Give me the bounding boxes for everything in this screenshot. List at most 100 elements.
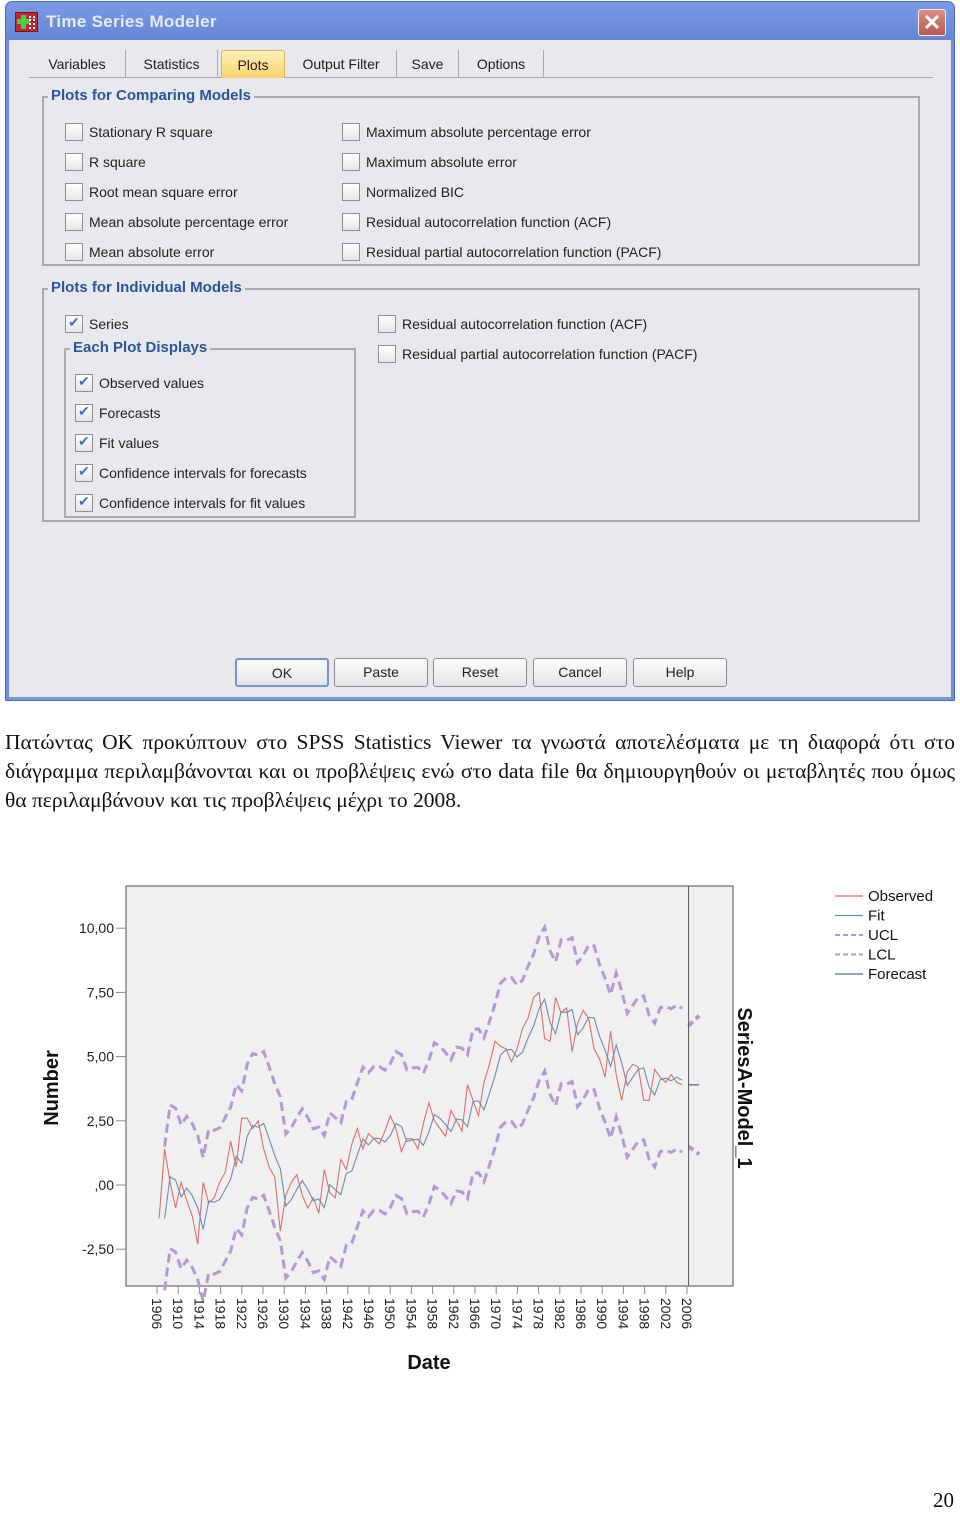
tab-plots[interactable]: Plots bbox=[221, 50, 285, 78]
tab-save[interactable]: Save bbox=[397, 50, 459, 78]
x-tick-label: 1926 bbox=[255, 1298, 271, 1329]
paste-button[interactable]: Paste bbox=[334, 658, 428, 687]
y-tick-label: 5,00 bbox=[87, 1049, 114, 1065]
checkbox-observed-values[interactable]: Observed values bbox=[75, 373, 204, 393]
x-tick-label: 1970 bbox=[488, 1298, 504, 1329]
x-tick-label: 1918 bbox=[213, 1298, 229, 1329]
y-tick-label: 10,00 bbox=[79, 920, 114, 936]
close-icon[interactable]: ✕ bbox=[918, 9, 946, 36]
dialog-bottom-border bbox=[9, 697, 951, 700]
legend-label-forecast: Forecast bbox=[868, 966, 927, 983]
x-tick-label: 1986 bbox=[573, 1298, 589, 1329]
checkbox-rmse[interactable]: Root mean square error bbox=[65, 182, 238, 202]
checkbox-box[interactable] bbox=[65, 123, 83, 141]
x-tick-label: 1954 bbox=[403, 1298, 419, 1329]
y-tick-label: 7,50 bbox=[87, 984, 114, 1000]
x-tick-label: 1994 bbox=[615, 1298, 631, 1329]
checkbox-box-checked[interactable] bbox=[65, 314, 83, 333]
checkbox-box[interactable] bbox=[65, 183, 83, 201]
ok-button[interactable]: OK bbox=[235, 658, 329, 687]
checkbox-box[interactable] bbox=[65, 243, 83, 261]
tab-options[interactable]: Options bbox=[459, 50, 544, 78]
x-tick-label: 1930 bbox=[276, 1298, 292, 1329]
checkbox-fit-values[interactable]: Fit values bbox=[75, 433, 159, 453]
checkbox-box[interactable] bbox=[342, 153, 360, 171]
y-axis-label: Number bbox=[41, 1050, 63, 1126]
checkbox-ci-fit-values[interactable]: Confidence intervals for fit values bbox=[75, 493, 305, 513]
x-tick-label: 2006 bbox=[679, 1298, 695, 1329]
checkbox-box[interactable] bbox=[342, 243, 360, 261]
spss-app-icon bbox=[15, 12, 38, 32]
checkbox-box-checked[interactable] bbox=[75, 403, 93, 422]
tab-variables[interactable]: Variables bbox=[29, 50, 126, 78]
checkbox-box-checked[interactable] bbox=[75, 463, 93, 482]
forecast-chart: 10,00 7,50 5,00 2,50 ,00 -2,50 1906 1910 1914 19… bbox=[41, 885, 933, 1374]
x-tick-label: 1946 bbox=[361, 1298, 377, 1329]
each-plot-displays-title: Each Plot Displays bbox=[70, 339, 211, 357]
x-tick-label: 2002 bbox=[658, 1298, 674, 1329]
x-tick-label: 1950 bbox=[382, 1298, 398, 1329]
panel-label: SeriesA-Model_1 bbox=[733, 1007, 755, 1168]
checkbox-box[interactable] bbox=[378, 345, 396, 363]
reset-button[interactable]: Reset bbox=[433, 658, 527, 687]
page-number: 20 bbox=[933, 1488, 954, 1512]
y-tick-label: 2,50 bbox=[87, 1113, 114, 1129]
checkbox-individual-residual-pacf[interactable]: Residual partial autocorrelation functio… bbox=[378, 344, 697, 364]
legend-label-observed: Observed bbox=[868, 888, 933, 905]
x-tick-label: 1998 bbox=[637, 1298, 653, 1329]
checkbox-individual-residual-acf[interactable]: Residual autocorrelation function (ACF) bbox=[378, 314, 647, 334]
tab-bar: Variables Statistics Plots Output Filter… bbox=[29, 50, 933, 78]
help-button[interactable]: Help bbox=[633, 658, 727, 687]
x-tick-label: 1922 bbox=[234, 1298, 250, 1329]
checkbox-r-square[interactable]: R square bbox=[65, 152, 146, 172]
checkbox-normalized-bic[interactable]: Normalized BIC bbox=[342, 182, 464, 202]
checkbox-box[interactable] bbox=[342, 213, 360, 231]
x-tick-label: 1910 bbox=[170, 1298, 186, 1329]
individual-models-title: Plots for Individual Models bbox=[48, 279, 245, 297]
title-bar[interactable]: Time Series Modeler ✕ bbox=[6, 2, 954, 40]
x-tick-label: 1962 bbox=[446, 1298, 462, 1329]
checkbox-box[interactable] bbox=[342, 123, 360, 141]
checkbox-box[interactable] bbox=[342, 183, 360, 201]
checkbox-residual-pacf[interactable]: Residual partial autocorrelation functio… bbox=[342, 242, 661, 262]
tab-statistics[interactable]: Statistics bbox=[126, 50, 218, 78]
checkbox-mae[interactable]: Mean absolute error bbox=[65, 242, 214, 262]
checkbox-box[interactable] bbox=[65, 153, 83, 171]
checkbox-ci-forecasts[interactable]: Confidence intervals for forecasts bbox=[75, 463, 307, 483]
x-tick-label: 1906 bbox=[149, 1298, 165, 1329]
x-tick-label: 1938 bbox=[319, 1298, 335, 1329]
checkbox-maxape[interactable]: Maximum absolute percentage error bbox=[342, 122, 591, 142]
x-tick-label: 1914 bbox=[191, 1298, 207, 1329]
body-paragraph: Πατώντας OK προκύπτουν στο SPSS Statisti… bbox=[5, 730, 955, 812]
checkbox-mape[interactable]: Mean absolute percentage error bbox=[65, 212, 288, 232]
x-tick-label: 1978 bbox=[531, 1298, 547, 1329]
cancel-button[interactable]: Cancel bbox=[533, 658, 627, 687]
x-tick-label: 1982 bbox=[552, 1298, 568, 1329]
comparing-models-group: Plots for Comparing Models Stationary R … bbox=[42, 87, 920, 266]
individual-models-group: Plots for Individual Models Series Each … bbox=[42, 279, 920, 522]
x-tick-label: 1966 bbox=[467, 1298, 483, 1329]
x-axis: 1906 1910 1914 1918 1922 1926 1930 1934 1938 1942… bbox=[149, 1286, 695, 1329]
checkbox-series[interactable]: Series bbox=[65, 314, 129, 334]
checkbox-box[interactable] bbox=[65, 213, 83, 231]
x-tick-label: 1934 bbox=[297, 1298, 313, 1329]
legend-label-lcl: LCL bbox=[868, 947, 896, 964]
y-axis: 10,00 7,50 5,00 2,50 ,00 -2,50 bbox=[79, 920, 126, 1257]
checkbox-residual-acf[interactable]: Residual autocorrelation function (ACF) bbox=[342, 212, 611, 232]
x-axis-label: Date bbox=[407, 1352, 450, 1374]
checkbox-box-checked[interactable] bbox=[75, 373, 93, 392]
checkbox-stationary-r-square[interactable]: Stationary R square bbox=[65, 122, 213, 142]
plot-area bbox=[125, 885, 734, 1287]
x-tick-label: 1990 bbox=[594, 1298, 610, 1329]
checkbox-box-checked[interactable] bbox=[75, 433, 93, 452]
tab-output-filter[interactable]: Output Filter bbox=[286, 50, 397, 78]
each-plot-displays-group: Each Plot Displays Observed values Forec… bbox=[64, 339, 356, 518]
checkbox-forecasts[interactable]: Forecasts bbox=[75, 403, 160, 423]
legend: Observed Fit UCL LCL Forecast bbox=[835, 888, 933, 983]
y-tick-label: -2,50 bbox=[82, 1241, 114, 1257]
y-tick-label: ,00 bbox=[95, 1177, 115, 1193]
checkbox-box[interactable] bbox=[378, 315, 396, 333]
checkbox-maxae[interactable]: Maximum absolute error bbox=[342, 152, 517, 172]
legend-label-ucl: UCL bbox=[868, 927, 898, 944]
checkbox-box-checked[interactable] bbox=[75, 493, 93, 512]
